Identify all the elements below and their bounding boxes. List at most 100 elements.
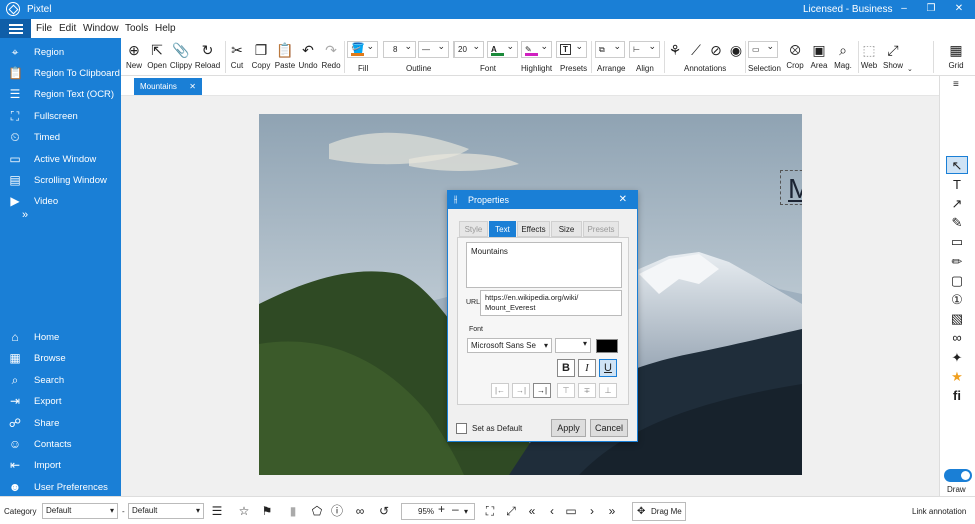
sidebar-item-timed[interactable]: ⏲ Timed	[0, 128, 121, 148]
fill-color-dropdown[interactable]: 🪣	[347, 39, 378, 58]
draw-toggle[interactable]	[944, 469, 972, 482]
area-button[interactable]: ▣ Area	[808, 38, 830, 70]
tab-size[interactable]: Size	[551, 221, 582, 237]
align-right-button[interactable]: →|	[533, 383, 551, 398]
web-button[interactable]: ⬚ Web	[858, 38, 880, 70]
arrow-tool-button[interactable]: ↗	[946, 195, 968, 213]
undo-button[interactable]: ↶ Undo	[297, 38, 319, 70]
tag-icon[interactable]: ⬠	[309, 503, 325, 519]
tab-style[interactable]: Style	[459, 221, 488, 237]
redo-button[interactable]: ↷ Redo	[320, 38, 342, 70]
history-icon[interactable]: ↺	[376, 503, 392, 519]
link-tool-button[interactable]: ∞	[946, 329, 968, 347]
sidebar-item-video[interactable]: ▶ Video	[0, 192, 121, 212]
tab-text[interactable]: Text	[489, 221, 516, 237]
category-select[interactable]: Default	[42, 503, 118, 519]
info-icon[interactable]: ⓘ	[329, 503, 345, 519]
effects-tool-button[interactable]: fi	[946, 387, 968, 405]
align-top-button[interactable]: ⊤	[557, 383, 575, 398]
text-annotation-box[interactable]: Mountains	[780, 170, 802, 205]
drag-me-button[interactable]: Drag Me	[632, 502, 686, 521]
link-icon[interactable]: ∞	[352, 503, 368, 519]
annotation-line-button[interactable]: ⟋	[687, 38, 705, 59]
bold-toggle[interactable]: B	[557, 359, 575, 377]
star-icon[interactable]: ☆	[236, 503, 252, 519]
tags-list-icon[interactable]: ☰	[209, 503, 225, 519]
outline-width-dropdown[interactable]: 8	[383, 39, 416, 58]
apply-button[interactable]: Apply	[551, 419, 586, 437]
image-tool-button[interactable]: ▧	[946, 310, 968, 328]
font-color-dropdown[interactable]: A	[487, 39, 518, 58]
copy-button[interactable]: ❐ Copy	[250, 38, 272, 70]
menu-edit[interactable]: Edit	[59, 23, 76, 34]
dialog-close-icon[interactable]: ✕	[619, 191, 627, 209]
sidebar-item-search[interactable]: ⌕ Search	[0, 371, 121, 391]
restore-button[interactable]: ❐	[920, 2, 942, 17]
magnify-button[interactable]: ⌕ Mag.	[830, 38, 856, 70]
font-family-select[interactable]: Microsoft Sans Se	[467, 338, 552, 353]
menu-file[interactable]: File	[36, 23, 52, 34]
zoom-dropdown-icon[interactable]: ▾	[464, 504, 468, 519]
annotation-text-input[interactable]: Mountains	[466, 242, 622, 288]
menu-help[interactable]: Help	[155, 23, 176, 34]
sparkle-tool-button[interactable]: ✦	[946, 349, 968, 367]
previous-page-icon[interactable]: ‹	[544, 503, 560, 519]
font-size-dropdown[interactable]: 20	[454, 39, 484, 58]
next-page-icon[interactable]: ›	[584, 503, 600, 519]
sidebar-item-scrolling-window[interactable]: ▤ Scrolling Window	[0, 171, 121, 191]
new-button[interactable]: ⊕ New	[124, 38, 144, 70]
zoom-in-icon[interactable]: +	[438, 502, 445, 517]
bookmark-icon[interactable]: ▮	[285, 503, 301, 519]
tab-presets[interactable]: Presets	[583, 221, 619, 237]
reload-button[interactable]: ↻ Reload	[194, 38, 221, 70]
sidebar-item-import[interactable]: ⇤ Import	[0, 456, 121, 476]
crop-button[interactable]: ⮾ Crop	[784, 38, 806, 70]
highlight-dropdown[interactable]: ✎	[521, 39, 552, 58]
last-page-icon[interactable]: »	[604, 503, 620, 519]
grid-button[interactable]: ▦ Grid	[945, 38, 967, 70]
sidebar-item-active-window[interactable]: ▭ Active Window	[0, 150, 121, 170]
pen-tool-button[interactable]: ✎	[946, 214, 968, 232]
ribbon-overflow-icon[interactable]: ⌄	[907, 65, 913, 73]
sidebar-item-fullscreen[interactable]: ⛶ Fullscreen	[0, 107, 121, 127]
sidebar-item-region[interactable]: ⌖ Region	[0, 43, 121, 63]
flag-icon[interactable]: ⚑	[259, 503, 275, 519]
link-annotation-label[interactable]: Link annotation	[912, 507, 966, 516]
annotation-pin-button[interactable]: ⚘	[666, 38, 684, 59]
annotation-target-button[interactable]: ◉	[727, 38, 745, 59]
sidebar-item-export[interactable]: ⇥ Export	[0, 392, 121, 412]
url-input[interactable]: https://en.wikipedia.org/wiki/Mount_Ever…	[480, 290, 622, 316]
tab-effects[interactable]: Effects	[517, 221, 550, 237]
select-tool-button[interactable]: ↖	[946, 156, 968, 174]
close-window-button[interactable]: ✕	[948, 2, 970, 17]
arrange-dropdown[interactable]: ⧉	[595, 39, 625, 58]
align-left-button[interactable]: |←	[491, 383, 509, 398]
sidebar-item-region-to-clipboard[interactable]: 📋 Region To Clipboard	[0, 64, 121, 84]
sidebar-item-user-preferences[interactable]: ☻ User Preferences	[0, 478, 121, 498]
sidebar-item-browse[interactable]: ▦ Browse	[0, 349, 121, 369]
sidebar-item-share[interactable]: ☍ Share	[0, 414, 121, 434]
counter-tool-button[interactable]: ①	[946, 291, 968, 309]
panel-menu-icon[interactable]: ≡	[953, 79, 959, 90]
cancel-button[interactable]: Cancel	[590, 419, 628, 437]
outline-style-dropdown[interactable]: —	[418, 39, 449, 58]
font-size-select[interactable]	[555, 338, 591, 353]
sidebar-item-region-text-ocr[interactable]: ☰ Region Text (OCR)	[0, 85, 121, 105]
set-as-default-checkbox[interactable]	[456, 423, 467, 434]
annotation-title-text[interactable]: Mountains	[788, 173, 802, 205]
align-middle-button[interactable]: ∓	[578, 383, 596, 398]
underline-toggle[interactable]: U	[599, 359, 617, 377]
menu-tools[interactable]: Tools	[125, 23, 148, 34]
minimize-button[interactable]: –	[893, 2, 915, 17]
hamburger-menu-button[interactable]	[0, 19, 32, 38]
clippy-button[interactable]: 📎 Clippy	[169, 38, 193, 70]
sidebar-item-home[interactable]: ⌂ Home	[0, 328, 121, 348]
italic-toggle[interactable]: I	[578, 359, 596, 377]
star-tool-button[interactable]: ★	[946, 368, 968, 386]
document-tab[interactable]: Mountains ✕	[134, 78, 202, 95]
open-button[interactable]: ⇱ Open	[146, 38, 168, 70]
presets-dropdown[interactable]: T	[556, 39, 587, 58]
show-button[interactable]: ⤢ Show	[882, 38, 904, 70]
note-tool-button[interactable]: ▢	[946, 272, 968, 290]
zoom-out-icon[interactable]: –	[452, 502, 459, 517]
